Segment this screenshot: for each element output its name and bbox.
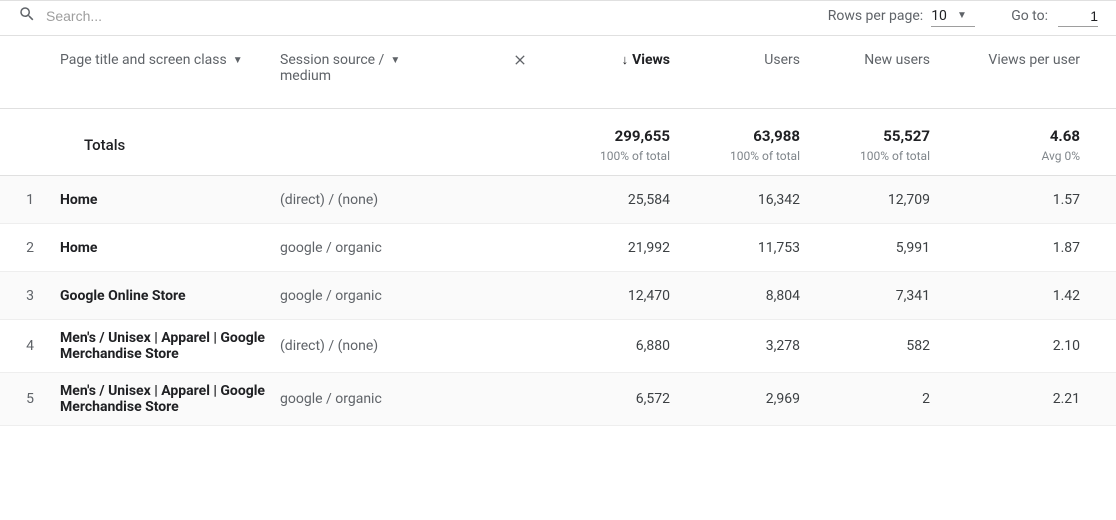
totals-row: Totals 299,655 100% of total 63,988 100%…: [0, 109, 1116, 176]
header-dim1[interactable]: Page title and screen class ▼: [60, 52, 280, 68]
header-vpu-label: Views per user: [988, 52, 1080, 68]
header-dim1-label: Page title and screen class: [60, 52, 227, 68]
arrow-down-icon: ↓: [622, 52, 629, 68]
totals-label-cell: Totals: [60, 136, 280, 154]
header-new-users-label: New users: [864, 52, 930, 68]
search-input[interactable]: [46, 8, 266, 24]
cell-vpu: 1.57: [930, 192, 1080, 208]
report-table: Page title and screen class ▼ Session so…: [0, 36, 1116, 426]
cell-page-title: Google Online Store: [60, 288, 280, 304]
cell-views: 25,584: [540, 192, 670, 208]
cell-users: 2,969: [670, 391, 800, 407]
cell-source-medium: google / organic: [280, 240, 500, 256]
cell-users: 3,278: [670, 338, 800, 354]
cell-page-title: Men's / Unisex | Apparel | Google Mercha…: [60, 383, 280, 415]
header-dim2-label-line1: Session source /: [280, 52, 384, 68]
table-body: 1Home(direct) / (none)25,58416,34212,709…: [0, 176, 1116, 426]
rows-per-page-label: Rows per page:: [828, 8, 923, 24]
table-row[interactable]: 4Men's / Unisex | Apparel | Google Merch…: [0, 320, 1116, 373]
table-header-row: Page title and screen class ▼ Session so…: [0, 36, 1116, 109]
header-dim2[interactable]: Session source / ▼ medium: [280, 52, 500, 84]
cell-views: 12,470: [540, 288, 670, 304]
row-index: 3: [0, 288, 60, 304]
cell-new-users: 12,709: [800, 192, 930, 208]
cell-views: 21,992: [540, 240, 670, 256]
caret-down-icon: ▼: [957, 10, 967, 21]
cell-source-medium: google / organic: [280, 288, 500, 304]
totals-label: Totals: [84, 136, 125, 154]
header-users-label: Users: [764, 52, 800, 68]
rows-per-page: Rows per page: 10 ▼: [828, 6, 975, 27]
table-toolbar: Rows per page: 10 ▼ Go to:: [0, 0, 1116, 36]
caret-down-icon: ▼: [390, 55, 400, 66]
header-views-per-user[interactable]: Views per user: [930, 52, 1080, 68]
totals-views: 299,655 100% of total: [540, 127, 670, 163]
table-row[interactable]: 3Google Online Storegoogle / organic 12,4…: [0, 272, 1116, 320]
cell-vpu: 2.21: [930, 391, 1080, 407]
cell-source-medium: google / organic: [280, 391, 500, 407]
cell-source-medium: (direct) / (none): [280, 338, 500, 354]
goto-input[interactable]: [1058, 6, 1098, 27]
cell-views: 6,572: [540, 391, 670, 407]
header-dim2-label-line2: medium: [280, 68, 331, 84]
totals-new-users: 55,527 100% of total: [800, 127, 930, 163]
search-icon: [18, 5, 36, 27]
header-new-users[interactable]: New users: [800, 52, 930, 68]
cell-vpu: 1.87: [930, 240, 1080, 256]
cell-page-title: Home: [60, 192, 280, 208]
row-index: 1: [0, 192, 60, 208]
cell-page-title: Men's / Unisex | Apparel | Google Mercha…: [60, 330, 280, 362]
cell-new-users: 7,341: [800, 288, 930, 304]
cell-views: 6,880: [540, 338, 670, 354]
remove-dim2-button[interactable]: [500, 52, 540, 68]
header-views-label: Views: [632, 52, 670, 68]
header-views[interactable]: ↓ Views: [540, 52, 670, 68]
table-row[interactable]: 5Men's / Unisex | Apparel | Google Merch…: [0, 373, 1116, 426]
table-row[interactable]: 2Homegoogle / organic 21,99211,7535,9911.…: [0, 224, 1116, 272]
cell-users: 8,804: [670, 288, 800, 304]
goto: Go to:: [1011, 6, 1098, 27]
cell-vpu: 2.10: [930, 338, 1080, 354]
row-index: 4: [0, 338, 60, 354]
table-row[interactable]: 1Home(direct) / (none) 25,58416,34212,709…: [0, 176, 1116, 224]
caret-down-icon: ▼: [233, 55, 243, 66]
cell-source-medium: (direct) / (none): [280, 192, 500, 208]
goto-label: Go to:: [1011, 8, 1048, 24]
row-index: 5: [0, 391, 60, 407]
cell-users: 11,753: [670, 240, 800, 256]
search-field[interactable]: [18, 5, 828, 27]
cell-new-users: 582: [800, 338, 930, 354]
cell-new-users: 2: [800, 391, 930, 407]
cell-users: 16,342: [670, 192, 800, 208]
cell-vpu: 1.42: [930, 288, 1080, 304]
row-index: 2: [0, 240, 60, 256]
cell-page-title: Home: [60, 240, 280, 256]
rows-per-page-select[interactable]: 10 ▼: [931, 6, 975, 27]
header-users[interactable]: Users: [670, 52, 800, 68]
rows-per-page-value: 10: [931, 8, 947, 24]
cell-new-users: 5,991: [800, 240, 930, 256]
totals-vpu: 4.68 Avg 0%: [930, 127, 1080, 163]
totals-users: 63,988 100% of total: [670, 127, 800, 163]
